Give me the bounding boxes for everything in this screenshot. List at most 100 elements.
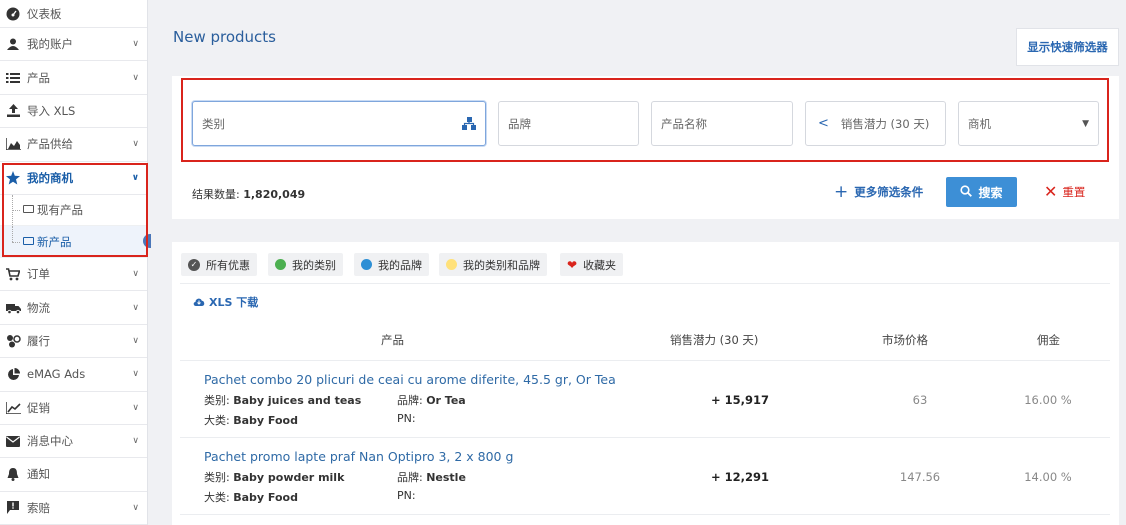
fulfillment-icon: [5, 334, 21, 348]
column-header-sales-potential[interactable]: 销售潜力 (30 天): [670, 332, 758, 348]
sales-potential-value: + 12,291: [710, 470, 770, 484]
page-title: New products: [173, 28, 276, 46]
pie-icon: [5, 367, 21, 381]
product-name-filter-input[interactable]: 产品名称: [651, 101, 793, 146]
sidebar-subitem-existing-products[interactable]: 现有产品: [0, 194, 147, 227]
sidebar-item-notifications[interactable]: 通知: [0, 458, 147, 492]
sidebar-item-product-offers[interactable]: 产品供给 ∨: [0, 128, 147, 162]
sidebar-item-my-opportunities[interactable]: 我的商机 ∨: [0, 162, 147, 195]
category-filter-input[interactable]: 类别: [192, 101, 486, 146]
envelope-icon: [5, 434, 21, 448]
sidebar-item-label: 我的账户: [27, 37, 73, 52]
commission-value: 14.00 %: [1024, 470, 1072, 484]
sidebar-item-orders[interactable]: 订单 ∨: [0, 258, 147, 292]
product-name-link[interactable]: Pachet promo lapte praf Nan Optipro 3, 2…: [204, 449, 513, 464]
opportunity-label: 商机: [968, 116, 991, 131]
search-icon: [960, 184, 973, 200]
chevron-down-icon: ∨: [132, 139, 139, 150]
caret-down-icon: ▼: [1082, 118, 1089, 129]
column-header-product: 产品: [381, 333, 404, 347]
sidebar-item-promotions[interactable]: 促销 ∨: [0, 392, 147, 425]
area-chart-icon: [5, 137, 21, 151]
search-label: 搜索: [978, 185, 1003, 200]
heart-icon: ❤: [567, 257, 578, 272]
more-filters-label: 更多筛选条件: [854, 185, 924, 199]
chip-favorites[interactable]: ❤ 收藏夹: [560, 253, 624, 276]
sidebar-item-my-account[interactable]: 我的账户 ∨: [0, 28, 147, 62]
search-button[interactable]: 搜索: [946, 177, 1017, 207]
chevron-down-icon: ∨: [132, 402, 139, 413]
result-count-value: 1,820,049: [243, 188, 306, 201]
flag-icon: [5, 501, 21, 515]
product-brand: 品牌: Or Tea: [397, 394, 466, 407]
product-category: 类别: Baby powder milk: [204, 471, 345, 484]
brand-placeholder: 品牌: [508, 116, 531, 131]
sidebar-item-label: 我的商机: [27, 170, 73, 185]
user-icon: [5, 37, 21, 51]
column-header-market-price[interactable]: 市场价格: [882, 332, 928, 348]
sidebar-item-label: 索赔: [27, 500, 50, 515]
sidebar-item-label: 订单: [27, 267, 50, 282]
sidebar-subitem-new-products[interactable]: 新产品: [0, 226, 151, 258]
truck-icon: [5, 301, 21, 315]
product-pn: PN:: [397, 412, 416, 425]
sidebar-item-emag-ads[interactable]: eMAG Ads ∨: [0, 358, 147, 392]
chevron-down-icon: ∨: [132, 39, 139, 50]
chevron-down-icon: ∨: [131, 172, 139, 183]
product-name-link[interactable]: Pachet combo 20 plicuri de ceai cu arome…: [204, 372, 616, 387]
more-filters-button[interactable]: + 更多筛选条件: [834, 182, 923, 202]
reset-button[interactable]: ✕ 重置: [1044, 182, 1085, 201]
chip-my-brands[interactable]: 我的品牌: [354, 253, 429, 276]
dashboard-icon: [5, 7, 21, 21]
sidebar-subitem-label: 现有产品: [37, 203, 83, 218]
opportunity-select[interactable]: 商机 ▼: [958, 101, 1099, 146]
xls-download-link[interactable]: XLS 下载: [193, 294, 258, 310]
product-category: 类别: Baby juices and teas: [204, 394, 362, 407]
sidebar-item-dashboard[interactable]: 仪表板: [0, 0, 147, 28]
folder-icon: [23, 205, 34, 214]
column-header-commission[interactable]: 佣金: [1037, 332, 1060, 348]
list-icon: [5, 71, 21, 85]
product-pn: PN:: [397, 489, 416, 502]
show-quick-filters-button[interactable]: 显示快速筛选器: [1016, 28, 1119, 66]
chip-all-offers[interactable]: ✓ 所有优惠: [181, 253, 257, 276]
sidebar-item-label: eMAG Ads: [27, 367, 86, 382]
sidebar-item-label: 导入 XLS: [27, 103, 76, 118]
category-tree-icon[interactable]: [462, 116, 476, 131]
green-dot-icon: [275, 259, 286, 270]
chip-my-categories-and-brands[interactable]: 我的类别和品牌: [439, 253, 547, 276]
sidebar-item-logistics[interactable]: 物流 ∨: [0, 291, 147, 325]
chevron-left-icon[interactable]: <: [818, 116, 829, 131]
chevron-down-icon: ∨: [132, 502, 139, 513]
market-price-value: 63: [912, 393, 928, 407]
product-name-placeholder: 产品名称: [661, 116, 707, 131]
sidebar-item-label: 物流: [27, 300, 50, 315]
table-row: Pachet promo lapte praf Nan Optipro 3, 2…: [180, 438, 1110, 515]
chevron-down-icon: ∨: [132, 436, 139, 447]
chip-my-categories[interactable]: 我的类别: [268, 253, 343, 276]
sidebar-item-products[interactable]: 产品 ∨: [0, 61, 147, 95]
upload-icon: [5, 104, 21, 118]
product-brand: 品牌: Nestle: [397, 471, 466, 484]
chevron-down-icon: ∨: [132, 302, 139, 313]
bell-icon: [5, 467, 21, 481]
sales-potential-label: 销售潜力 (30 天): [840, 116, 930, 131]
yellow-dot-icon: [446, 259, 457, 270]
product-main-category: 大类: Baby Food: [204, 414, 298, 427]
sidebar-item-fulfillment[interactable]: 履行 ∨: [0, 325, 147, 359]
sidebar-item-claims[interactable]: 索赔 ∨: [0, 492, 147, 525]
cloud-download-icon: [193, 296, 205, 309]
cart-icon: [5, 267, 21, 281]
check-circle-icon: ✓: [188, 258, 200, 271]
sidebar-item-import-xls[interactable]: 导入 XLS: [0, 95, 147, 129]
active-marker: [143, 234, 151, 249]
star-icon: [5, 170, 21, 185]
plus-icon: +: [834, 182, 849, 202]
sidebar-item-label: 促销: [27, 400, 50, 415]
brand-filter-input[interactable]: 品牌: [498, 101, 639, 146]
chevron-down-icon: ∨: [132, 335, 139, 346]
sidebar-item-label: 通知: [27, 467, 50, 482]
sidebar-item-label: 履行: [27, 333, 50, 348]
sidebar-item-message-center[interactable]: 消息中心 ∨: [0, 425, 147, 459]
sales-potential-filter[interactable]: < 销售潜力 (30 天): [805, 101, 946, 146]
